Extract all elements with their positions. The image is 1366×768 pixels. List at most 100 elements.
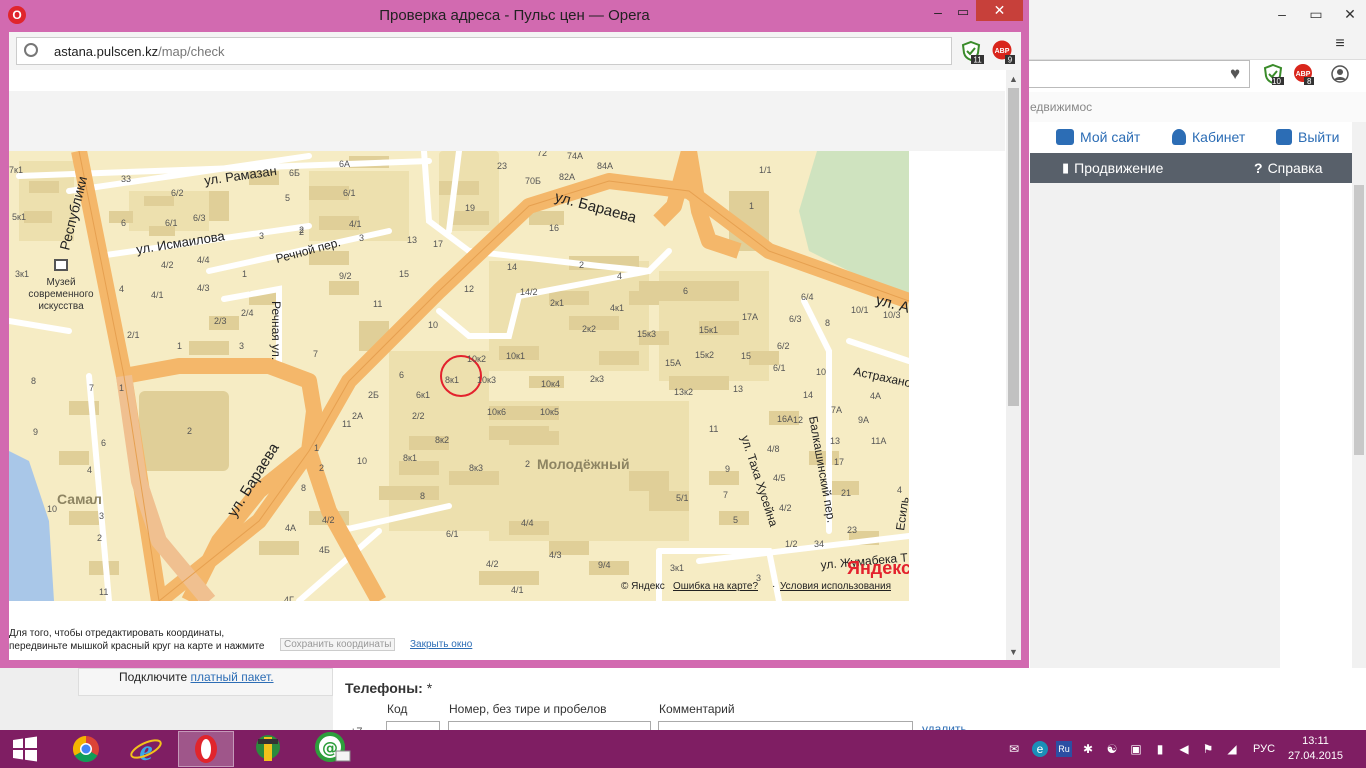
user-profile-icon[interactable] [1331,65,1349,83]
svg-text:6/1: 6/1 [446,529,459,539]
close-button[interactable]: ✕ [976,0,1023,21]
map-terms-link[interactable]: Условия использования [780,581,891,592]
svg-text:2к2: 2к2 [582,324,596,334]
monitor-tray-icon[interactable]: ▣ [1128,741,1144,757]
save-coordinates-button[interactable]: Сохранить координаты [280,638,396,651]
paid-package-link[interactable]: платный пакет. [191,670,274,684]
chrome-icon [72,735,99,763]
svg-text:10к1: 10к1 [506,351,525,361]
svg-text:10к5: 10к5 [540,407,559,417]
logout-link[interactable]: Выйти [1276,129,1339,145]
shield-extension-icon[interactable]: 11 [960,40,984,64]
mail-notify-icon[interactable]: ✉ [1006,741,1022,757]
language-indicator[interactable]: РУС [1253,743,1275,755]
ru-tray-icon[interactable]: Ru [1056,741,1072,757]
popup-title: Проверка адреса - Пульс цен — Opera [379,7,650,24]
svg-text:7: 7 [89,383,94,393]
battery-icon[interactable]: ▮ [1152,741,1168,757]
svg-text:15к1: 15к1 [699,325,718,335]
river-water [9,451,54,601]
svg-text:4Г: 4Г [284,595,294,601]
network-icon[interactable]: ◢ [1224,741,1240,757]
antivirus-icon[interactable]: ☯ [1104,741,1120,757]
svg-text:2/2: 2/2 [412,411,425,421]
minimize-button[interactable]: – [925,4,951,24]
svg-text:2Б: 2Б [368,390,379,400]
svg-text:15к3: 15к3 [637,329,656,339]
opera-taskbar-button[interactable] [178,731,234,767]
popup-scroll-thumb[interactable] [1008,88,1019,406]
svg-text:8: 8 [301,483,306,493]
svg-text:4/1: 4/1 [349,219,362,229]
svg-text:5к1: 5к1 [12,212,26,222]
svg-text:16: 16 [549,223,559,233]
bg-maximize-button[interactable]: ▭ [1306,6,1326,22]
background-address-field[interactable] [1028,60,1250,88]
svg-text:3: 3 [359,233,364,243]
globe-icon[interactable] [24,43,38,57]
bg-minimize-button[interactable]: – [1272,6,1292,22]
svg-text:1/2: 1/2 [785,539,798,549]
chrome-taskbar-button[interactable] [58,731,114,767]
yandex-logo[interactable]: Яндекс [847,558,909,579]
bg-menu-icon[interactable]: ≡ [1330,36,1350,52]
e-tray-icon[interactable]: e [1032,741,1048,757]
svg-text:искусства: искусства [38,301,84,312]
close-window-link[interactable]: Закрыть окно [410,639,472,650]
clock[interactable]: 13:11 27.04.2015 [1288,734,1343,764]
bg-close-button[interactable]: ✕ [1340,6,1360,22]
volume-icon[interactable]: ◀ [1176,741,1192,757]
flag-icon[interactable]: ⚑ [1200,741,1216,757]
heart-icon[interactable]: ♥ [1222,63,1248,85]
svg-text:8к2: 8к2 [435,435,449,445]
promotion-link[interactable]: ▮ Продвижение [1062,160,1163,176]
map-dot-separator: · [772,581,776,592]
scroll-up-arrow[interactable]: ▲ [1006,72,1021,86]
svg-text:3к1: 3к1 [670,563,684,573]
my-site-link[interactable]: Мой сайт [1056,129,1140,145]
yandex-map[interactable]: Республики ул. Рамазан ул. Исмаилова Реч… [9,151,909,601]
cabinet-link[interactable]: Кабинет [1172,129,1245,145]
bluetooth-icon[interactable]: ✱ [1080,741,1096,757]
adblock-extension-icon[interactable]: ABP 9 [991,40,1015,64]
svg-text:4/2: 4/2 [161,260,174,270]
museum-marker: Музей современного искусства [28,259,94,312]
svg-text:12: 12 [464,284,474,294]
svg-text:4/4: 4/4 [197,255,210,265]
svg-text:6/3: 6/3 [193,213,206,223]
windows-start-icon[interactable] [12,736,38,762]
svg-text:4/2: 4/2 [779,503,792,513]
svg-text:ул. Бараева: ул. Бараева [553,188,639,226]
svg-text:ABP: ABP [995,48,1010,55]
col-comment-header: Комментарий [659,702,735,716]
svg-text:Астрахано: Астрахано [852,364,909,390]
col-number-header: Номер, без тире и пробелов [449,702,607,716]
help-link[interactable]: ? Справка [1254,160,1322,176]
svg-text:84А: 84А [597,161,613,171]
svg-text:6/1: 6/1 [165,218,178,228]
app-taskbar-button[interactable] [240,731,296,767]
svg-text:2к1: 2к1 [550,298,564,308]
map-error-link[interactable]: Ошибка на карте? [673,581,758,592]
svg-text:9А: 9А [858,415,869,425]
svg-text:14/2: 14/2 [520,287,538,297]
svg-text:33: 33 [121,174,131,184]
mail-agent-taskbar-button[interactable]: @ [302,731,358,767]
maximize-button[interactable]: ▭ [950,4,976,24]
background-scroll-thumb[interactable] [1354,185,1364,455]
scroll-down-arrow[interactable]: ▼ [1006,645,1021,659]
svg-text:11А: 11А [871,436,886,446]
popup-titlebar[interactable]: O Проверка адреса - Пульс цен — Opera [0,0,1029,32]
svg-text:4/4: 4/4 [521,518,534,528]
svg-text:Самал: Самал [57,491,102,507]
svg-text:Музей: Музей [46,277,75,288]
svg-text:4/3: 4/3 [549,550,562,560]
svg-text:6/1: 6/1 [343,188,356,198]
svg-text:8: 8 [420,491,425,501]
svg-text:17: 17 [834,457,844,467]
svg-text:11: 11 [342,419,351,429]
svg-text:5: 5 [285,193,290,203]
ie-icon: e [130,734,162,767]
svg-text:16А: 16А [777,414,793,424]
ie-taskbar-button[interactable]: e [118,731,174,767]
